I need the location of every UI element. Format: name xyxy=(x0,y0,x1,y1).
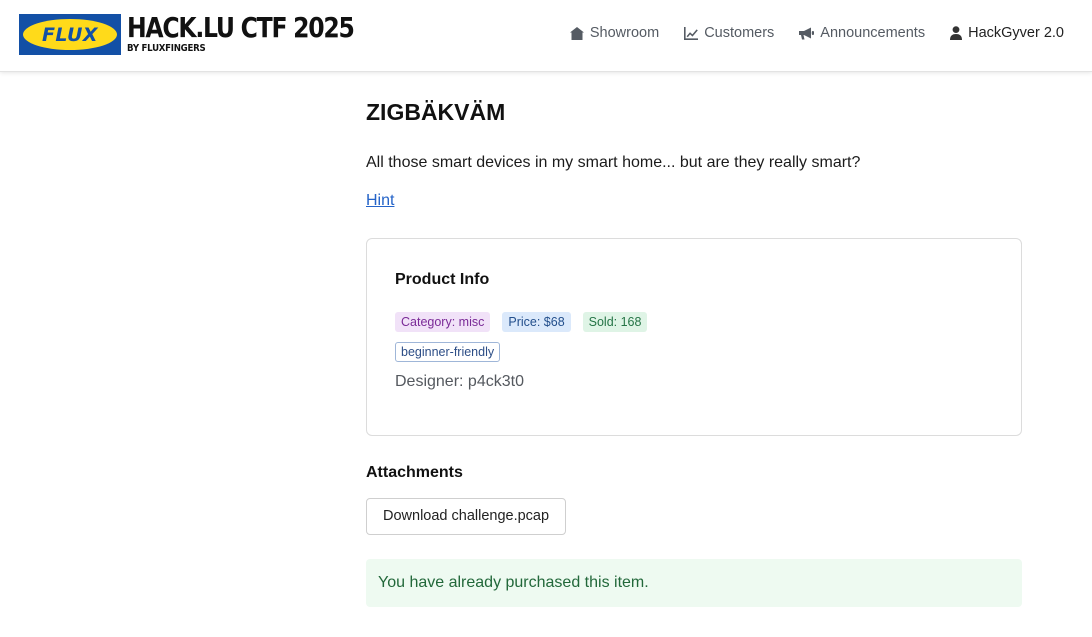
product-info-heading: Product Info xyxy=(395,271,490,288)
product-tags: beginner-friendly xyxy=(395,342,993,362)
price-badge: Price: $68 xyxy=(502,312,571,332)
download-attachment-button[interactable]: Download challenge.pcap xyxy=(366,498,567,535)
top-navbar: FLUX HACK.LU CTF 2025 BY FLUXFINGERS Sho… xyxy=(0,0,1092,72)
nav-item-label: Customers xyxy=(704,25,775,41)
hint-link[interactable]: Hint xyxy=(366,190,394,212)
challenge-detail: ZIGBÄKVÄM All those smart devices in my … xyxy=(366,95,1022,607)
brand-logo-link[interactable]: FLUX HACK.LU CTF 2025 BY FLUXFINGERS xyxy=(19,14,397,55)
sold-badge: Sold: 168 xyxy=(582,312,648,332)
nav-item-label: Announcements xyxy=(820,25,926,41)
brand-subtitle: BY FLUXFINGERS xyxy=(127,43,206,54)
challenge-title: ZIGBÄKVÄM xyxy=(366,99,506,125)
nav-item-label: Showroom xyxy=(589,25,660,41)
challenge-description: All those smart devices in my smart home… xyxy=(366,154,861,171)
nav-item-customers[interactable]: Customers xyxy=(684,25,774,41)
attachments-heading: Attachments xyxy=(366,464,463,481)
category-badge: Category: misc xyxy=(395,312,491,332)
main-nav: Showroom Customers Announcements HackGyv… xyxy=(545,25,1064,41)
nav-item-user-profile[interactable]: HackGyver 2.0 xyxy=(950,25,1064,41)
megaphone-icon xyxy=(799,27,815,39)
flux-logo: FLUX xyxy=(19,14,121,55)
tag-beginner-friendly: beginner-friendly xyxy=(395,342,501,362)
brand-text: HACK.LU CTF 2025 BY FLUXFINGERS xyxy=(127,14,397,55)
product-info-card: Product Info Category: misc Price: $68 S… xyxy=(366,238,1022,436)
nav-item-label: HackGyver 2.0 xyxy=(968,25,1064,41)
user-icon xyxy=(950,26,963,40)
nav-item-showroom[interactable]: Showroom xyxy=(569,25,660,41)
flux-logo-text: FLUX xyxy=(41,23,99,46)
designer-text: Designer: p4ck3t0 xyxy=(395,373,524,390)
brand-title: HACK.LU CTF 2025 xyxy=(127,11,355,44)
product-badges: Category: misc Price: $68 Sold: 168 xyxy=(395,312,993,332)
chart-line-icon xyxy=(684,26,699,40)
flux-logo-oval: FLUX xyxy=(23,19,117,50)
nav-item-announcements[interactable]: Announcements xyxy=(799,25,925,41)
purchased-alert: You have already purchased this item. xyxy=(366,559,1022,607)
home-icon xyxy=(569,26,584,40)
